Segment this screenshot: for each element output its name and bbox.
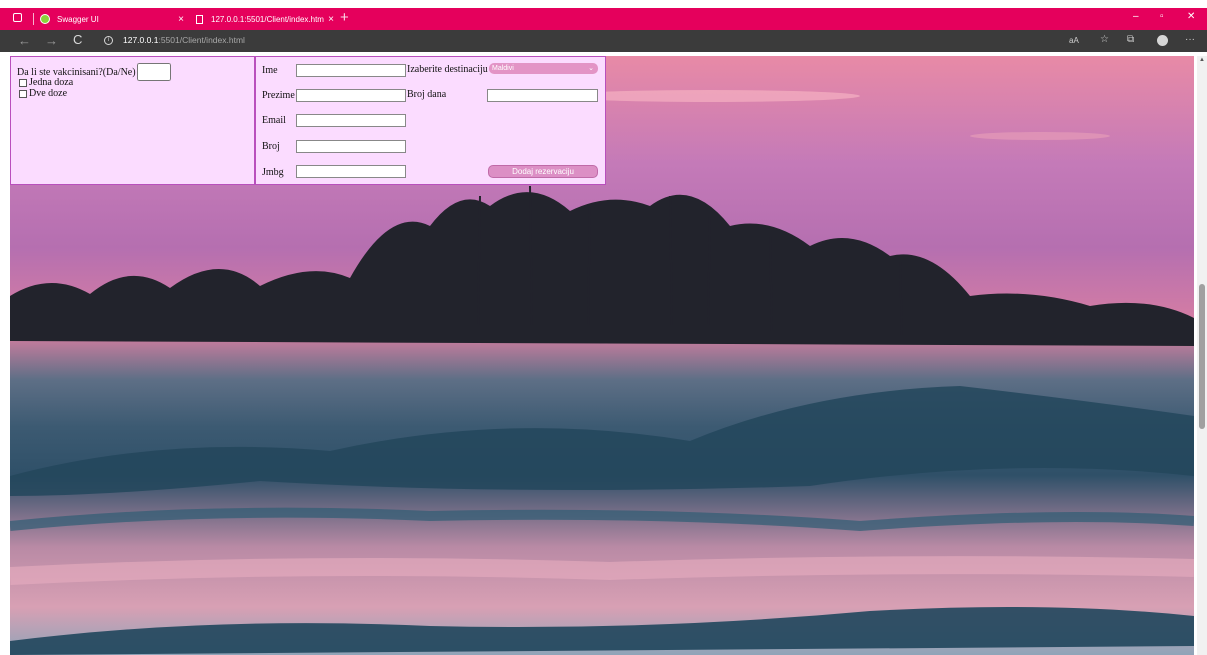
add-reservation-button[interactable]: Dodaj rezervaciju [488, 165, 598, 178]
jmbg-input[interactable] [296, 165, 406, 178]
tab-bar: Swagger UI × 127.0.0.1:5501/Client/index… [0, 8, 1207, 30]
tab-index[interactable]: 127.0.0.1:5501/Client/index.html × [188, 8, 338, 30]
address-bar: ← → C i 127.0.0.1:5501/Client/index.html… [0, 30, 1207, 52]
destination-label: Izaberite destinaciju [407, 64, 488, 75]
page-scrollbar[interactable]: ▲ [1197, 56, 1207, 655]
broj-input[interactable] [296, 140, 406, 153]
option-jedna-doza[interactable]: Jedna doza [19, 77, 73, 88]
new-tab-button[interactable]: + [340, 9, 349, 26]
divider [33, 13, 34, 25]
tab-title: Swagger UI [57, 14, 99, 24]
avatar[interactable] [1157, 35, 1168, 46]
vaccination-answer-input[interactable] [136, 63, 171, 81]
broj-dana-input[interactable] [487, 89, 598, 102]
info-icon[interactable]: i [104, 36, 113, 45]
broj-dana-label: Broj dana [407, 89, 447, 100]
reload-button[interactable]: C [73, 32, 82, 47]
prezime-label: Prezime [262, 90, 295, 101]
maximize-button[interactable]: ▫ [1160, 11, 1164, 22]
tab-swagger[interactable]: Swagger UI × [40, 8, 188, 30]
ime-label: Ime [262, 65, 278, 76]
minimize-button[interactable]: – [1133, 11, 1139, 22]
chevron-down-icon: ⌄ [588, 65, 594, 72]
favorites-icon[interactable]: ☆ [1100, 34, 1109, 45]
url-host: 127.0.0.1 [123, 35, 159, 45]
close-window-button[interactable]: ✕ [1187, 11, 1195, 22]
back-button[interactable]: ← [18, 33, 31, 48]
url-field[interactable]: 127.0.0.1:5501/Client/index.html [123, 35, 245, 45]
swagger-favicon-icon [40, 14, 50, 24]
collections-icon[interactable]: ⧉ [1127, 34, 1134, 45]
option-dve-doze[interactable]: Dve doze [19, 88, 67, 99]
option-label: Jedna doza [29, 77, 74, 88]
url-path: :5501/Client/index.html [158, 35, 245, 45]
window-menu-icon[interactable] [13, 13, 22, 22]
vaccination-panel: Da li ste vakcinisani?(Da/Ne) Jedna doza… [10, 56, 255, 185]
checkbox[interactable] [19, 89, 27, 98]
vaccination-question-label: Da li ste vakcinisani?(Da/Ne) [17, 66, 136, 78]
tab-title: 127.0.0.1:5501/Client/index.html [211, 14, 324, 24]
tab-close-button[interactable]: × [174, 14, 188, 25]
jmbg-label: Jmbg [262, 167, 284, 178]
option-label: Dve doze [29, 88, 68, 99]
destination-select[interactable]: Maldivi ⌄ [489, 63, 598, 74]
scroll-up-icon[interactable]: ▲ [1198, 57, 1206, 63]
scrollbar-thumb[interactable] [1199, 284, 1205, 429]
prezime-input[interactable] [296, 89, 406, 102]
settings-menu-icon[interactable]: ··· [1185, 34, 1195, 45]
read-aloud-icon[interactable]: aA [1069, 36, 1079, 45]
email-input[interactable] [296, 114, 406, 127]
tab-close-button[interactable]: × [324, 14, 338, 25]
broj-label: Broj [262, 141, 280, 152]
destination-selected: Maldivi [492, 65, 514, 72]
forward-button[interactable]: → [45, 33, 58, 48]
page-icon [196, 14, 203, 24]
reservation-form: Ime Izaberite destinaciju Maldivi ⌄ Prez… [255, 56, 606, 185]
page-viewport: ▲ Da li ste vakcinisani?(Da/Ne) Jedna do… [0, 52, 1207, 655]
ime-input[interactable] [296, 64, 406, 77]
email-label: Email [262, 115, 286, 126]
checkbox[interactable] [19, 78, 27, 87]
